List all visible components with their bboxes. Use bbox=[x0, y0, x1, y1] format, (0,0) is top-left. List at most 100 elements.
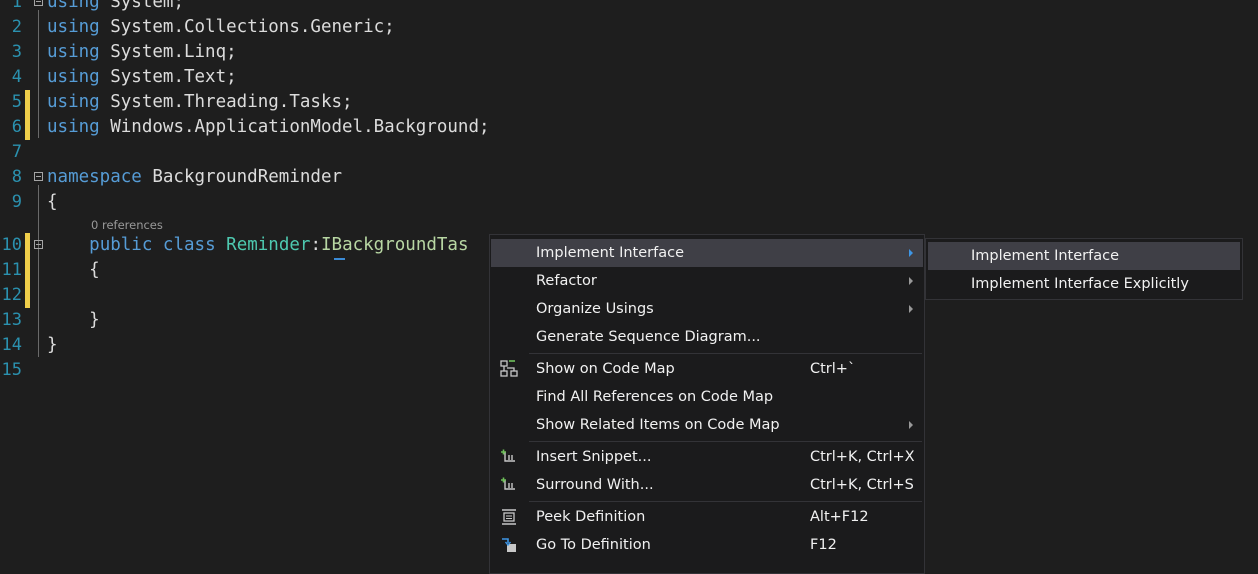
code-text: } bbox=[47, 333, 58, 358]
menu-item-label: Implement Interface bbox=[536, 245, 685, 261]
code-token: using bbox=[47, 92, 100, 112]
menu-item-label: Insert Snippet... bbox=[536, 449, 652, 465]
line-number: 13 bbox=[1, 310, 22, 330]
line-number: 3 bbox=[11, 42, 22, 62]
collapse-icon[interactable] bbox=[34, 240, 43, 249]
line-number: 9 bbox=[11, 192, 22, 212]
code-token: System.Linq; bbox=[99, 42, 237, 62]
code-token: System; bbox=[99, 0, 184, 12]
code-line[interactable]: 3 using System.Linq; bbox=[0, 40, 1258, 65]
context-menu: Implement Interface Refactor Organize Usin… bbox=[489, 234, 925, 574]
peek-definition-icon bbox=[499, 507, 519, 527]
submenu-arrow-icon bbox=[909, 249, 913, 257]
code-token: BackgroundReminder bbox=[141, 167, 343, 187]
menu-item-label: Show Related Items on Code Map bbox=[536, 417, 780, 433]
code-token: public bbox=[89, 235, 153, 255]
menu-item-label: Peek Definition bbox=[536, 509, 646, 525]
line-number: 12 bbox=[1, 285, 22, 305]
menu-item-label: Generate Sequence Diagram... bbox=[536, 329, 761, 345]
collapse-icon[interactable] bbox=[34, 172, 43, 181]
implement-interface-submenu: Implement Interface Implement Interface E… bbox=[925, 238, 1243, 300]
code-line[interactable]: 4 using System.Text; bbox=[0, 65, 1258, 90]
menu-separator bbox=[529, 501, 922, 502]
menu-item-label: Organize Usings bbox=[536, 301, 654, 317]
line-number: 8 bbox=[11, 167, 22, 187]
code-text: using System.Linq; bbox=[47, 40, 237, 65]
line-number: 5 bbox=[11, 92, 22, 112]
code-line[interactable]: 8 namespace BackgroundReminder bbox=[0, 165, 1258, 190]
code-token: System.Collections.Generic; bbox=[99, 17, 395, 37]
code-text: public class Reminder:IBackgroundTas bbox=[47, 233, 469, 258]
submenu-item-implement-interface[interactable]: Implement Interface bbox=[928, 242, 1240, 270]
menu-item-label: Go To Definition bbox=[536, 537, 651, 553]
menu-item-implement-interface[interactable]: Implement Interface bbox=[491, 239, 923, 267]
change-marker bbox=[25, 233, 30, 258]
submenu-item-implement-interface-explicitly[interactable]: Implement Interface Explicitly bbox=[928, 270, 1240, 298]
code-token: : bbox=[310, 235, 321, 255]
code-token: { bbox=[47, 192, 58, 212]
menu-item-shortcut: Ctrl+K, Ctrl+S bbox=[810, 477, 914, 493]
code-token: IBackgroundTas bbox=[321, 235, 469, 255]
insert-snippet-icon bbox=[499, 447, 519, 467]
code-token: using bbox=[47, 67, 100, 87]
line-number: 11 bbox=[1, 260, 22, 280]
menu-item-label: Show on Code Map bbox=[536, 361, 675, 377]
menu-separator bbox=[529, 441, 922, 442]
menu-item-shortcut: Ctrl+K, Ctrl+X bbox=[810, 449, 915, 465]
code-text: using System.Collections.Generic; bbox=[47, 15, 395, 40]
code-token: namespace bbox=[47, 167, 142, 187]
code-line[interactable]: 1 using System; bbox=[0, 0, 1258, 15]
line-number: 4 bbox=[11, 67, 22, 87]
code-text: using System.Text; bbox=[47, 65, 237, 90]
menu-item-label: Refactor bbox=[536, 273, 597, 289]
code-token: using bbox=[47, 0, 100, 12]
code-token: Reminder bbox=[226, 235, 311, 255]
code-text: namespace BackgroundReminder bbox=[47, 165, 342, 190]
line-number: 14 bbox=[1, 335, 22, 355]
menu-item-shortcut: Ctrl+` bbox=[810, 361, 856, 377]
menu-separator bbox=[529, 353, 922, 354]
submenu-arrow-icon bbox=[909, 421, 913, 429]
menu-item-find-all-references-on-code-map[interactable]: Find All References on Code Map bbox=[491, 383, 923, 411]
menu-item-generate-sequence-diagram[interactable]: Generate Sequence Diagram... bbox=[491, 323, 923, 351]
line-number: 7 bbox=[11, 142, 22, 162]
code-token: Windows.ApplicationModel.Background; bbox=[99, 117, 490, 137]
menu-item-refactor[interactable]: Refactor bbox=[491, 267, 923, 295]
menu-item-shortcut: F12 bbox=[810, 537, 837, 553]
change-marker bbox=[25, 115, 30, 140]
collapse-icon[interactable] bbox=[34, 0, 43, 6]
menu-item-go-to-definition[interactable]: Go To Definition F12 bbox=[491, 531, 923, 559]
menu-item-show-related-items-on-code-map[interactable]: Show Related Items on Code Map bbox=[491, 411, 923, 439]
code-token: System.Threading.Tasks; bbox=[99, 92, 353, 112]
code-line[interactable]: 6 using Windows.ApplicationModel.Backgrou… bbox=[0, 115, 1258, 140]
menu-item-show-on-code-map[interactable]: Show on Code Map Ctrl+` bbox=[491, 355, 923, 383]
code-text: } bbox=[47, 308, 100, 333]
menu-item-organize-usings[interactable]: Organize Usings bbox=[491, 295, 923, 323]
line-number: 6 bbox=[11, 117, 22, 137]
menu-item-label: Surround With... bbox=[536, 477, 654, 493]
codelens-references[interactable]: 0 references bbox=[91, 218, 163, 232]
line-number: 1 bbox=[11, 0, 22, 12]
code-line[interactable]: 9{ bbox=[0, 190, 1258, 215]
code-line[interactable]: 2 using System.Collections.Generic; bbox=[0, 15, 1258, 40]
code-token: using bbox=[47, 17, 100, 37]
change-marker bbox=[25, 283, 30, 308]
menu-item-insert-snippet[interactable]: Insert Snippet... Ctrl+K, Ctrl+X bbox=[491, 443, 923, 471]
line-number: 15 bbox=[1, 360, 22, 380]
code-text: using System; bbox=[47, 0, 184, 15]
code-token: class bbox=[162, 235, 216, 255]
code-text: { bbox=[47, 190, 58, 215]
code-token: using bbox=[47, 42, 100, 62]
code-text: using System.Threading.Tasks; bbox=[47, 90, 353, 115]
change-marker bbox=[25, 90, 30, 115]
code-line[interactable]: 7 bbox=[0, 140, 1258, 165]
code-line[interactable]: 5 using System.Threading.Tasks; bbox=[0, 90, 1258, 115]
menu-item-shortcut: Alt+F12 bbox=[810, 509, 869, 525]
menu-item-peek-definition[interactable]: Peek Definition Alt+F12 bbox=[491, 503, 923, 531]
menu-item-surround-with[interactable]: Surround With... Ctrl+K, Ctrl+S bbox=[491, 471, 923, 499]
go-to-definition-icon bbox=[499, 535, 519, 555]
change-marker bbox=[25, 258, 30, 283]
code-token: } bbox=[47, 310, 100, 330]
